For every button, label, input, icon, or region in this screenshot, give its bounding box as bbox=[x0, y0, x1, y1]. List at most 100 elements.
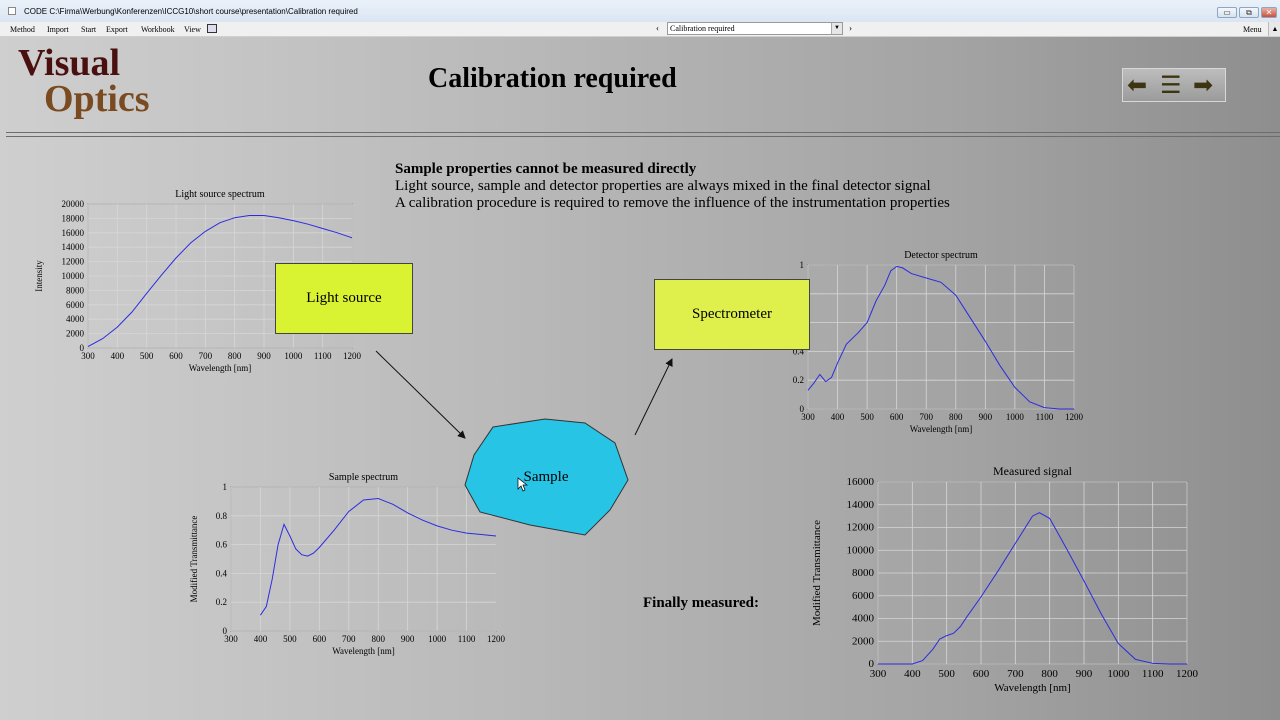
chart-title: Sample spectrum bbox=[329, 472, 398, 483]
y-tick-label: 12000 bbox=[62, 257, 85, 267]
x-tick-label: 600 bbox=[890, 412, 904, 422]
y-tick-label: 4000 bbox=[852, 613, 875, 625]
y-tick-label: 10000 bbox=[847, 544, 875, 556]
menu-import[interactable]: Import bbox=[47, 25, 69, 34]
chevron-down-icon[interactable]: ▼ bbox=[831, 23, 842, 34]
x-tick-label: 1000 bbox=[284, 351, 303, 361]
x-tick-label: 800 bbox=[949, 412, 963, 422]
app-icon bbox=[8, 7, 16, 15]
menu-start[interactable]: Start bbox=[81, 25, 96, 34]
plot-frame bbox=[230, 486, 497, 632]
measured-chart: 300 400 500 600 700 800 900 1000 1100 12000200040… bbox=[811, 464, 1199, 694]
x-tick-label: 400 bbox=[831, 412, 845, 422]
minimize-button[interactable]: ▭ bbox=[1217, 7, 1237, 18]
y-tick-label: 16000 bbox=[847, 476, 875, 488]
restore-button[interactable]: ⧉ bbox=[1239, 7, 1259, 18]
x-tick-label: 1200 bbox=[487, 634, 506, 644]
y-tick-label: 0 bbox=[223, 626, 228, 636]
chart-title: Measured signal bbox=[993, 464, 1073, 478]
x-tick-label: 600 bbox=[973, 668, 990, 680]
x-tick-label: 800 bbox=[1041, 668, 1058, 680]
y-tick-label: 0 bbox=[869, 658, 875, 670]
previous-slide-arrow-icon[interactable]: ‹ bbox=[656, 23, 659, 33]
menu-workbook[interactable]: Workbook bbox=[141, 25, 175, 34]
y-tick-label: 0.8 bbox=[216, 511, 228, 521]
x-tick-label: 900 bbox=[979, 412, 993, 422]
close-button[interactable]: ✕ bbox=[1261, 7, 1277, 18]
y-tick-label: 18000 bbox=[62, 213, 85, 223]
y-tick-label: 14000 bbox=[847, 499, 875, 511]
scroll-up-arrow-icon[interactable]: ▲ bbox=[1268, 22, 1280, 36]
x-tick-label: 700 bbox=[1007, 668, 1024, 680]
x-tick-label: 700 bbox=[199, 351, 213, 361]
x-tick-label: 1000 bbox=[1107, 668, 1130, 680]
x-tick-label: 1200 bbox=[343, 351, 362, 361]
x-tick-label: 800 bbox=[228, 351, 242, 361]
y-tick-label: 2000 bbox=[852, 635, 875, 647]
x-tick-label: 900 bbox=[401, 634, 415, 644]
x-tick-label: 500 bbox=[860, 412, 874, 422]
y-tick-label: 6000 bbox=[852, 590, 875, 602]
y-tick-label: 0 bbox=[80, 343, 85, 353]
finally-measured-label: Finally measured: bbox=[643, 595, 759, 611]
slide-select[interactable]: Calibration required ▼ bbox=[667, 22, 843, 35]
menu-view[interactable]: View bbox=[184, 25, 201, 34]
y-tick-label: 8000 bbox=[66, 285, 85, 295]
x-tick-label: 1100 bbox=[1036, 412, 1054, 422]
x-tick-label: 400 bbox=[111, 351, 125, 361]
monitor-icon[interactable] bbox=[207, 24, 217, 33]
y-tick-label: 2000 bbox=[66, 329, 85, 339]
y-tick-label: 20000 bbox=[62, 199, 85, 209]
x-tick-label: 1100 bbox=[314, 351, 332, 361]
spectrometer-box: Spectrometer bbox=[654, 279, 810, 350]
y-tick-label: 0.4 bbox=[216, 568, 228, 578]
x-axis-label: Wavelength [nm] bbox=[910, 424, 973, 434]
y-tick-label: 1 bbox=[223, 482, 228, 492]
x-tick-label: 900 bbox=[1076, 668, 1093, 680]
x-tick-label: 1000 bbox=[428, 634, 447, 644]
y-tick-label: 4000 bbox=[66, 314, 85, 324]
x-tick-label: 1000 bbox=[1006, 412, 1025, 422]
x-tick-label: 500 bbox=[938, 668, 955, 680]
light-source-box: Light source bbox=[275, 263, 413, 334]
detector-chart: 300 400 500 600 700 800 900 1000 1100 120000.20.4… bbox=[793, 250, 1084, 434]
x-tick-label: 500 bbox=[283, 634, 297, 644]
x-tick-label: 500 bbox=[140, 351, 154, 361]
x-tick-label: 400 bbox=[904, 668, 921, 680]
sample-label: Sample bbox=[524, 469, 569, 485]
next-slide-arrow-icon[interactable]: › bbox=[849, 23, 852, 33]
x-axis-label: Wavelength [nm] bbox=[332, 646, 395, 656]
y-tick-label: 10000 bbox=[62, 271, 85, 281]
y-axis-label: Modified Transmittance bbox=[189, 516, 199, 603]
x-axis-label: Wavelength [nm] bbox=[994, 682, 1070, 694]
x-tick-label: 900 bbox=[257, 351, 271, 361]
x-tick-label: 600 bbox=[313, 634, 327, 644]
slide-canvas: Visual Optics Calibration required ⬅ ☰ ➡… bbox=[0, 37, 1280, 720]
y-tick-label: 0.2 bbox=[216, 597, 227, 607]
window-title: CODE C:\Firma\Werbung\Konferenzen\ICCG10… bbox=[24, 7, 358, 16]
menu-export[interactable]: Export bbox=[106, 25, 128, 34]
x-tick-label: 600 bbox=[169, 351, 183, 361]
y-tick-label: 12000 bbox=[847, 522, 875, 534]
chart-title: Light source spectrum bbox=[175, 189, 265, 200]
window-titlebar: CODE C:\Firma\Werbung\Konferenzen\ICCG10… bbox=[0, 0, 1280, 23]
y-tick-label: 8000 bbox=[852, 567, 875, 579]
x-tick-label: 700 bbox=[342, 634, 356, 644]
x-tick-label: 1100 bbox=[458, 634, 476, 644]
x-tick-label: 1100 bbox=[1142, 668, 1164, 680]
plot-frame bbox=[807, 264, 1075, 410]
menu-method[interactable]: Method bbox=[10, 25, 35, 34]
y-tick-label: 0 bbox=[800, 404, 805, 414]
x-tick-label: 1200 bbox=[1176, 668, 1199, 680]
y-tick-label: 0.2 bbox=[793, 375, 804, 385]
x-tick-label: 800 bbox=[371, 634, 385, 644]
y-axis-label: Modified Transmittance bbox=[811, 520, 823, 626]
y-tick-label: 1 bbox=[800, 260, 805, 270]
chart-title: Detector spectrum bbox=[904, 250, 978, 261]
y-tick-label: 6000 bbox=[66, 300, 85, 310]
series-line bbox=[807, 265, 1074, 410]
menu-button[interactable]: Menu bbox=[1243, 25, 1262, 34]
y-tick-label: 0.6 bbox=[216, 540, 228, 550]
x-tick-label: 400 bbox=[254, 634, 268, 644]
y-tick-label: 14000 bbox=[62, 242, 85, 252]
